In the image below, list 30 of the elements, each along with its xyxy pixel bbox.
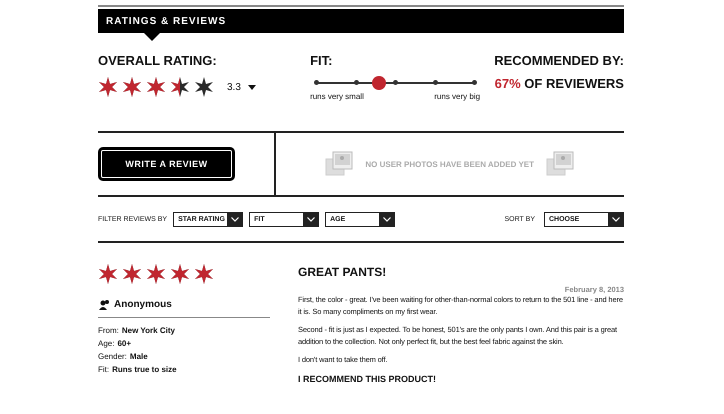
rating-score: 3.3 — [227, 82, 241, 92]
detail-label: Fit: — [98, 365, 110, 374]
chevron-down-icon — [230, 216, 239, 222]
author-name: Anonymous — [114, 299, 172, 310]
photo-icon — [546, 151, 574, 177]
detail-label: Age: — [98, 339, 114, 348]
recommend-percent: 67% — [494, 76, 521, 91]
detail-label: From: — [98, 326, 119, 335]
no-photos-message: NO USER PHOTOS HAVE BEEN ADDED YET — [365, 160, 534, 168]
caret-icon[interactable] — [248, 84, 256, 90]
chevron-down-icon — [382, 216, 391, 222]
review-title: GREAT PANTS! — [298, 265, 388, 279]
detail-value: New York City — [122, 326, 175, 335]
chevron-down-icon — [306, 216, 315, 222]
detail-value: Male — [130, 352, 148, 361]
recommend-text: OF REVIEWERS — [524, 76, 624, 91]
write-review-button[interactable]: WRITE A REVIEW — [98, 147, 235, 181]
photo-icon — [325, 151, 354, 177]
detail-label: Gender: — [98, 352, 127, 361]
section-title: RATINGS & REVIEWS — [106, 16, 226, 26]
chevron-down-icon — [612, 216, 620, 222]
detail-value: 60+ — [117, 339, 132, 348]
user-icon — [98, 300, 110, 310]
recommended-label: RECOMMENDED BY: — [494, 53, 624, 68]
detail-value: Runs true to size — [112, 365, 177, 374]
recommendation-text: I RECOMMEND THIS PRODUCT! — [298, 374, 437, 384]
overall-rating-label: OVERALL RATING: — [98, 53, 218, 68]
fit-min-label: runs very small — [310, 92, 364, 101]
fit-label: FIT: — [310, 53, 334, 68]
fit-max-label: runs very big — [434, 92, 480, 101]
